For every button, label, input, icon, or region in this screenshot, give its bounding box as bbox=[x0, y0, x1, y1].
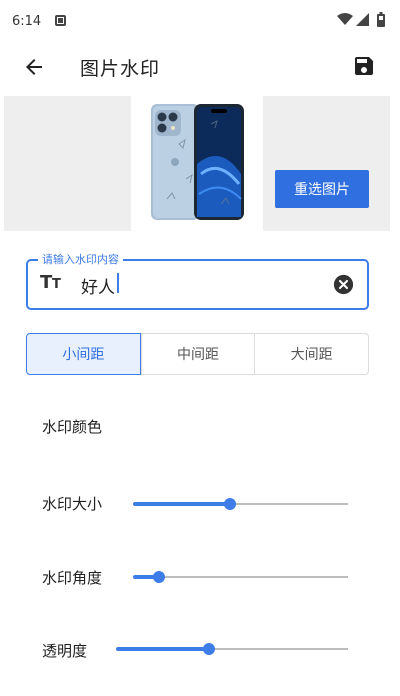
watermark-angle-label: 水印角度 bbox=[42, 569, 103, 587]
wifi-icon bbox=[337, 13, 353, 25]
back-arrow-icon[interactable] bbox=[22, 55, 46, 79]
page-title: 图片水印 bbox=[80, 58, 161, 80]
spacing-option-large[interactable]: 大间距 bbox=[254, 334, 368, 374]
slider-thumb[interactable] bbox=[202, 643, 215, 655]
status-bar: 6:14 bbox=[0, 0, 400, 40]
spacing-option-small[interactable]: 小间距 bbox=[26, 333, 141, 375]
slider-fill bbox=[116, 647, 209, 651]
reselect-image-button[interactable]: 重选图片 bbox=[275, 170, 369, 208]
slider-thumb[interactable] bbox=[223, 498, 236, 510]
watermark-angle-slider[interactable] bbox=[133, 567, 348, 587]
slider-track bbox=[133, 576, 348, 578]
watermark-color-label[interactable]: 水印颜色 bbox=[42, 416, 102, 437]
save-icon[interactable] bbox=[352, 54, 376, 78]
opacity-slider[interactable] bbox=[116, 639, 348, 659]
notification-icon bbox=[55, 15, 66, 26]
spacing-option-medium[interactable]: 中间距 bbox=[140, 334, 255, 374]
battery-icon bbox=[377, 12, 385, 27]
text-caret bbox=[117, 273, 119, 293]
clear-icon[interactable] bbox=[333, 274, 354, 295]
spacing-selector: 小间距 中间距 大间距 bbox=[26, 333, 369, 375]
slider-fill bbox=[133, 502, 230, 506]
status-time: 6:14 bbox=[12, 14, 42, 29]
text-size-icon: TT bbox=[40, 272, 61, 293]
watermark-text-label: 请输入水印内容 bbox=[38, 251, 123, 267]
watermark-size-slider[interactable] bbox=[133, 494, 348, 514]
watermark-text-input[interactable]: 好人 bbox=[81, 273, 115, 298]
opacity-label: 透明度 bbox=[42, 642, 88, 660]
app-bar: 图片水印 bbox=[0, 40, 400, 96]
watermark-size-label: 水印大小 bbox=[42, 495, 103, 513]
watermarked-photo bbox=[151, 104, 244, 220]
signal-icon bbox=[356, 13, 369, 26]
slider-thumb[interactable] bbox=[152, 571, 165, 583]
